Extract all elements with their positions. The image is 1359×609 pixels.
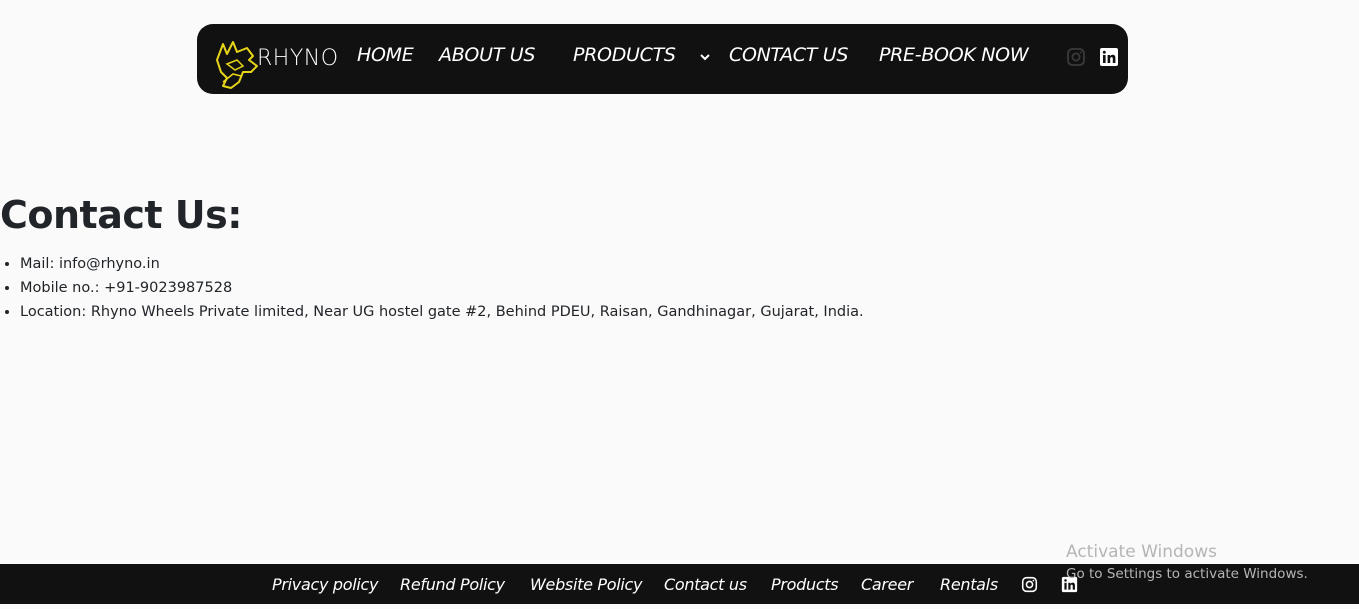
- chevron-down-icon[interactable]: [699, 52, 711, 62]
- nav-pre-book-now[interactable]: PRE-BOOK NOW: [879, 44, 1029, 66]
- contact-mobile: Mobile no.: +91-9023987528: [20, 276, 864, 300]
- rhyno-logo[interactable]: RHYNO: [213, 38, 338, 90]
- contact-location: Location: Rhyno Wheels Private limited, …: [20, 300, 864, 324]
- footer-privacy-policy[interactable]: Privacy policy: [272, 575, 379, 594]
- footer-contact-us[interactable]: Contact us: [664, 575, 747, 594]
- nav-home[interactable]: HOME: [357, 44, 414, 66]
- nav-products[interactable]: PRODUCTS: [573, 44, 676, 66]
- footer-career[interactable]: Career: [861, 575, 913, 594]
- top-navbar: RHYNO HOME ABOUT US PRODUCTS CONTACT US …: [197, 24, 1128, 94]
- instagram-icon[interactable]: [1021, 576, 1038, 593]
- nav-contact-us[interactable]: CONTACT US: [729, 44, 848, 66]
- watermark-title: Activate Windows: [1066, 542, 1217, 562]
- footer-rentals[interactable]: Rentals: [940, 575, 998, 594]
- contact-mail: Mail: info@rhyno.in: [20, 252, 864, 276]
- footer-website-policy[interactable]: Website Policy: [530, 575, 643, 594]
- rhino-logo-icon: [216, 41, 258, 89]
- logo-text: RHYNO: [257, 46, 339, 71]
- linkedin-icon[interactable]: [1099, 47, 1119, 67]
- footer-refund-policy[interactable]: Refund Policy: [400, 575, 505, 594]
- contact-list: Mail: info@rhyno.in Mobile no.: +91-9023…: [0, 252, 864, 324]
- watermark-subtitle: Go to Settings to activate Windows.: [1066, 566, 1308, 582]
- nav-about-us[interactable]: ABOUT US: [439, 44, 535, 66]
- footer-products[interactable]: Products: [771, 575, 839, 594]
- page-title: Contact Us:: [0, 193, 242, 237]
- windows-activation-watermark: Activate Windows Go to Settings to activ…: [1066, 541, 1308, 585]
- instagram-icon[interactable]: [1066, 47, 1086, 67]
